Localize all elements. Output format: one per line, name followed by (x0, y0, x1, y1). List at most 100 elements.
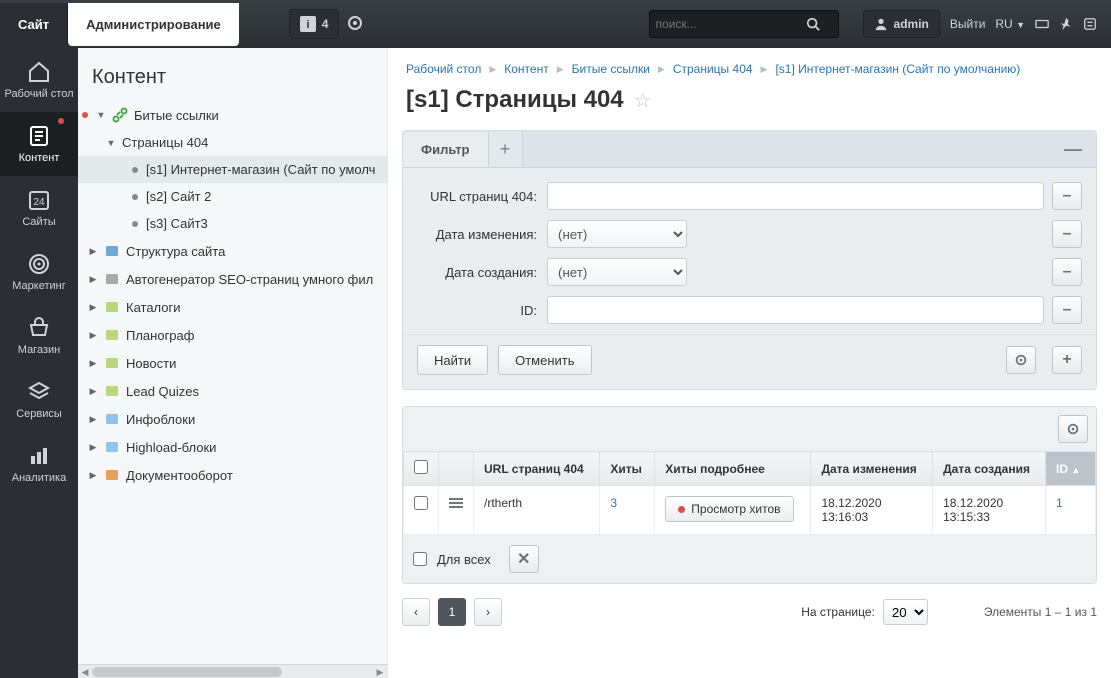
global-search[interactable] (649, 10, 839, 38)
nav-sites[interactable]: 24 Сайты (0, 176, 78, 240)
filter-cancel-button[interactable]: Отменить (498, 345, 591, 375)
nav-shop[interactable]: Магазин (0, 304, 78, 368)
breadcrumb: Рабочий стол▶Контент▶Битые ссылки▶Страни… (388, 48, 1111, 82)
breadcrumb-link[interactable]: Страницы 404 (673, 62, 753, 76)
user-menu[interactable]: admin (863, 10, 940, 38)
tree-label: Структура сайта (126, 244, 225, 259)
notification-count: 4 (322, 17, 329, 31)
col-hits[interactable]: Хиты (600, 452, 655, 486)
filter-date-mod-minus[interactable]: – (1052, 220, 1082, 248)
tree-site-item[interactable]: [s1] Интернет-магазин (Сайт по умолч (78, 156, 387, 183)
notifications-button[interactable]: i 4 (289, 9, 340, 39)
filter-panel: Фильтр + — URL страниц 404: – Дата измен… (402, 130, 1097, 390)
select-all-checkbox[interactable] (414, 460, 428, 474)
folder-icon (104, 271, 120, 287)
tab-site[interactable]: Сайт (0, 3, 68, 46)
scroll-right-arrow[interactable]: ▶ (373, 665, 387, 678)
nav-marketing[interactable]: Маркетинг (0, 240, 78, 304)
breadcrumb-link[interactable]: Контент (504, 62, 548, 76)
col-id[interactable]: ID ▲ (1046, 452, 1096, 486)
per-page-select[interactable]: 20 (883, 599, 928, 625)
page-prev-button[interactable]: ‹ (402, 598, 430, 626)
tree-label: [s1] Интернет-магазин (Сайт по умолч (146, 162, 375, 177)
search-input[interactable] (656, 17, 806, 31)
col-id-text: ID (1056, 462, 1068, 476)
filter-date-cre-minus[interactable]: – (1052, 258, 1082, 286)
tree-item[interactable]: ▶Highload-блоки (78, 433, 387, 461)
keyboard-icon[interactable] (1035, 17, 1049, 31)
nav-services[interactable]: Сервисы (0, 368, 78, 432)
gear-icon (1014, 353, 1028, 367)
cell-hits[interactable]: 3 (610, 496, 617, 510)
chart-icon (27, 444, 51, 468)
row-checkbox[interactable] (414, 496, 428, 510)
scroll-left-arrow[interactable]: ◀ (78, 665, 92, 678)
logout-link[interactable]: Выйти (950, 17, 986, 31)
tree-site-item[interactable]: [s3] Сайт3 (78, 210, 387, 237)
tree-label: Каталоги (126, 300, 181, 315)
filter-find-button[interactable]: Найти (417, 345, 488, 375)
breadcrumb-link[interactable]: [s1] Интернет-магазин (Сайт по умолчанию… (775, 62, 1020, 76)
tree-item[interactable]: ▶Планограф (78, 321, 387, 349)
lang-switch[interactable]: RU ▼ (995, 17, 1025, 31)
tree-horizontal-scrollbar[interactable]: ◀ ▶ (78, 664, 387, 678)
tree-label: Инфоблоки (126, 412, 195, 427)
breadcrumb-link[interactable]: Рабочий стол (406, 62, 481, 76)
tree-item[interactable]: ▶Каталоги (78, 293, 387, 321)
nav-desktop[interactable]: Рабочий стол (0, 48, 78, 112)
page-next-button[interactable]: › (474, 598, 502, 626)
table-settings-button[interactable] (1058, 415, 1088, 443)
filter-url-minus[interactable]: – (1052, 182, 1082, 210)
cell-id[interactable]: 1 (1056, 496, 1063, 510)
folder-icon (104, 299, 120, 315)
filter-settings-button[interactable] (1006, 346, 1036, 374)
tree-item[interactable]: ▶Новости (78, 349, 387, 377)
tree-item[interactable]: ▶Автогенератор SEO-страниц умного фил (78, 265, 387, 293)
col-xhits[interactable]: Хиты подробнее (655, 452, 811, 486)
filter-add-button[interactable]: + (1052, 346, 1082, 374)
for-all-delete-button[interactable]: ✕ (509, 545, 539, 573)
tab-admin[interactable]: Администрирование (68, 3, 239, 46)
chevron-right-icon: ▶ (88, 330, 98, 341)
view-hits-button[interactable]: Просмотр хитов (665, 496, 793, 522)
tree-item[interactable]: ▶Lead Quizes (78, 377, 387, 405)
nav-content[interactable]: Контент (0, 112, 78, 176)
page-current[interactable]: 1 (438, 598, 466, 626)
filter-id-minus[interactable]: – (1052, 296, 1082, 324)
link-icon (112, 107, 128, 123)
filter-id-input[interactable] (547, 296, 1044, 324)
search-icon (806, 17, 820, 31)
pin-icon[interactable] (1059, 17, 1073, 31)
row-menu-icon[interactable] (449, 496, 463, 510)
breadcrumb-link[interactable]: Битые ссылки (572, 62, 650, 76)
cell-date-mod: 18.12.202013:16:03 (811, 486, 933, 535)
col-url[interactable]: URL страниц 404 (474, 452, 600, 486)
filter-date-cre-label: Дата создания: (417, 265, 547, 280)
col-date-cre[interactable]: Дата создания (933, 452, 1046, 486)
filter-date-mod-select[interactable]: (нет) (547, 220, 687, 248)
tree-pages-404[interactable]: ▼ Страницы 404 (78, 129, 387, 156)
help-icon[interactable] (1083, 17, 1097, 31)
tree-label: Битые ссылки (134, 108, 219, 123)
for-all-checkbox[interactable] (413, 552, 427, 566)
gear-icon (347, 15, 363, 31)
settings-gear-top[interactable] (347, 15, 363, 34)
filter-url-input[interactable] (547, 182, 1044, 210)
nav-label: Маркетинг (12, 280, 65, 292)
tree-item[interactable]: ▶Документооборот (78, 461, 387, 489)
filter-tab[interactable]: Фильтр (403, 132, 489, 167)
filter-collapse-icon[interactable]: — (1050, 139, 1096, 160)
chevron-right-icon: ▶ (88, 274, 98, 285)
col-date-mod[interactable]: Дата изменения (811, 452, 933, 486)
favorite-star-icon[interactable]: ☆ (634, 88, 652, 113)
folder-icon (104, 439, 120, 455)
tree-item[interactable]: ▶Инфоблоки (78, 405, 387, 433)
tree-broken-links[interactable]: ▼ Битые ссылки (78, 101, 387, 129)
tree-item[interactable]: ▶Структура сайта (78, 237, 387, 265)
filter-add-tab[interactable]: + (489, 131, 523, 167)
tree-site-item[interactable]: [s2] Сайт 2 (78, 183, 387, 210)
user-icon (874, 17, 888, 31)
nav-analytics[interactable]: Аналитика (0, 432, 78, 496)
nav-label: Контент (19, 152, 60, 164)
filter-date-cre-select[interactable]: (нет) (547, 258, 687, 286)
